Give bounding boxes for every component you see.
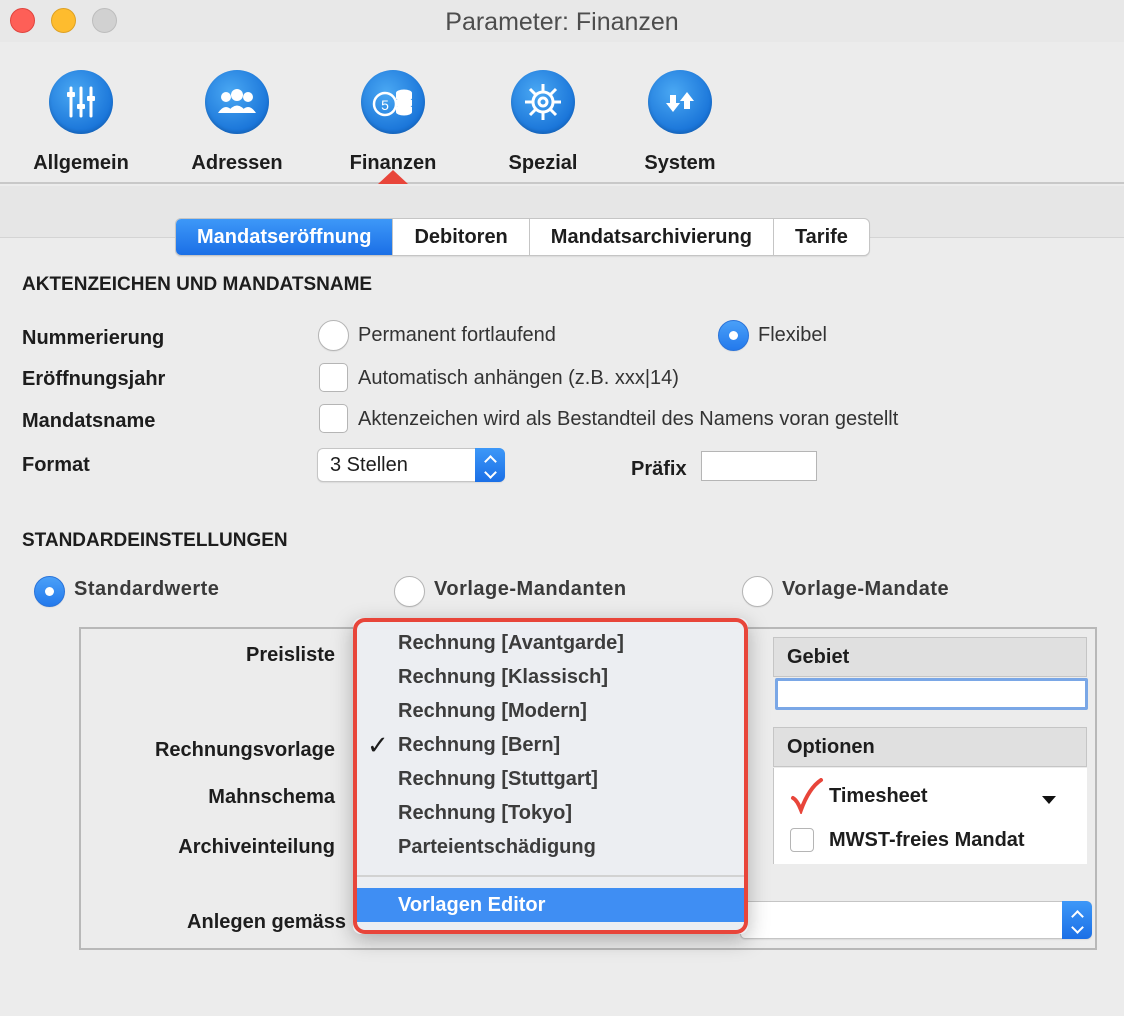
updown-chevron-icon: [1062, 901, 1092, 939]
radio-permanent-fortlaufend-label: Permanent fortlaufend: [358, 324, 556, 346]
window-title: Parameter: Finanzen: [445, 8, 679, 36]
preisliste-label: Preisliste: [246, 644, 335, 666]
preferences-window: Parameter: Finanzen Allgemein Adressen 5…: [0, 0, 1124, 1016]
checkmark-icon: ✓: [367, 730, 389, 760]
menu-item-stuttgart[interactable]: Rechnung [Stuttgart]: [353, 762, 748, 796]
coins-icon: 5: [361, 70, 425, 134]
radio-vorlage-mandanten[interactable]: [394, 576, 425, 607]
radio-flexibel[interactable]: [718, 320, 749, 351]
toolbar-label: System: [644, 152, 716, 174]
radio-permanent-fortlaufend[interactable]: [318, 320, 349, 351]
tab-mandatseroeffnung[interactable]: Mandatseröffnung: [176, 219, 394, 255]
menu-item-bern[interactable]: ✓ Rechnung [Bern]: [353, 728, 748, 762]
helm-icon: [511, 70, 575, 134]
sliders-icon: [49, 70, 113, 134]
disclosure-triangle-icon[interactable]: [1042, 796, 1056, 804]
red-checkmark-icon: [791, 778, 823, 814]
menu-item-label: Rechnung [Tokyo]: [398, 802, 573, 824]
aktenzeichen-voran-checkbox[interactable]: [319, 404, 348, 433]
section-title-aktenzeichen: AKTENZEICHEN UND MANDATSNAME: [22, 274, 373, 295]
updown-chevron-icon: [475, 448, 505, 482]
menu-item-label: Parteientschädigung: [398, 836, 596, 858]
toolbar-item-allgemein[interactable]: Allgemein: [16, 70, 146, 175]
toolbar-label: Allgemein: [33, 152, 129, 174]
section-title-standardeinstellungen: STANDARDEINSTELLUNGEN: [22, 530, 288, 551]
eroeffnungsjahr-label: Eröffnungsjahr: [22, 368, 166, 390]
format-value: 3 Stellen: [330, 454, 408, 476]
preferences-toolbar: Allgemein Adressen 5 Finanzen Spezial Sy…: [0, 42, 1124, 184]
menu-item-avantgarde[interactable]: Rechnung [Avantgarde]: [353, 626, 748, 660]
gebiet-header: Gebiet: [773, 637, 1087, 677]
svg-text:5: 5: [381, 97, 389, 113]
anlegen-gemaess-label: Anlegen gemäss: [187, 911, 346, 933]
radio-vorlage-mandanten-label: Vorlage-Mandanten: [434, 578, 627, 600]
menu-item-modern[interactable]: Rechnung [Modern]: [353, 694, 748, 728]
radio-standardwerte[interactable]: [34, 576, 65, 607]
title-bar: Parameter: Finanzen: [0, 0, 1124, 42]
option-timesheet[interactable]: Timesheet: [774, 776, 1088, 816]
option-mwst-freies-mandat[interactable]: MWST-freies Mandat: [774, 822, 1088, 862]
menu-item-tokyo[interactable]: Rechnung [Tokyo]: [353, 796, 748, 830]
arrows-icon: [648, 70, 712, 134]
rechnungsvorlage-label: Rechnungsvorlage: [154, 739, 335, 761]
nummerierung-label: Nummerierung: [22, 327, 165, 349]
optionen-header: Optionen: [773, 727, 1087, 767]
archiveinteilung-label: Archiveinteilung: [178, 836, 335, 858]
menu-item-klassisch[interactable]: Rechnung [Klassisch]: [353, 660, 748, 694]
toolbar-label: Spezial: [508, 152, 578, 174]
radio-vorlage-mandate[interactable]: [742, 576, 773, 607]
option-timesheet-label: Timesheet: [829, 785, 928, 807]
toolbar-item-system[interactable]: System: [615, 70, 745, 175]
mwst-freies-mandat-checkbox[interactable]: [790, 828, 814, 852]
tab-tarife[interactable]: Tarife: [774, 219, 869, 255]
optionen-list: Timesheet MWST-freies Mandat: [773, 768, 1087, 864]
gebiet-input[interactable]: [775, 678, 1088, 710]
menu-item-label: Rechnung [Stuttgart]: [398, 768, 598, 790]
anlegen-gemaess-popup[interactable]: [740, 901, 1092, 939]
toolbar-item-adressen[interactable]: Adressen: [172, 70, 302, 175]
format-popup[interactable]: 3 Stellen: [317, 448, 505, 482]
menu-item-label: Vorlagen Editor: [398, 894, 546, 916]
tab-mandatsarchivierung[interactable]: Mandatsarchivierung: [530, 219, 774, 255]
radio-vorlage-mandate-label: Vorlage-Mandate: [782, 578, 950, 600]
rechnungsvorlage-menu: Rechnung [Avantgarde] Rechnung [Klassisc…: [353, 618, 748, 934]
mandatsname-label: Mandatsname: [22, 410, 156, 432]
toolbar-item-finanzen[interactable]: 5 Finanzen: [328, 70, 458, 175]
mahnschema-label: Mahnschema: [208, 786, 335, 808]
toolbar-item-spezial[interactable]: Spezial: [478, 70, 608, 175]
people-icon: [205, 70, 269, 134]
menu-item-vorlagen-editor[interactable]: Vorlagen Editor: [353, 888, 748, 922]
praefix-input[interactable]: [701, 451, 817, 481]
tab-debitoren[interactable]: Debitoren: [393, 219, 530, 255]
menu-item-label: Rechnung [Klassisch]: [398, 666, 609, 688]
menu-item-label: Rechnung [Avantgarde]: [398, 632, 624, 654]
menu-item-label: Rechnung [Modern]: [398, 700, 587, 722]
option-mwst-label: MWST-freies Mandat: [829, 829, 1025, 851]
automatisch-anhaengen-label: Automatisch anhängen (z.B. xxx|14): [358, 367, 679, 389]
radio-standardwerte-label: Standardwerte: [74, 578, 220, 600]
menu-item-label: Rechnung [Bern]: [398, 734, 561, 756]
menu-separator: [357, 875, 744, 877]
menu-item-parteientschaedigung[interactable]: Parteientschädigung: [353, 830, 748, 864]
radio-flexibel-label: Flexibel: [758, 324, 827, 346]
automatisch-anhaengen-checkbox[interactable]: [319, 363, 348, 392]
toolbar-label: Adressen: [191, 152, 283, 174]
selected-toolbar-indicator: [378, 170, 408, 184]
section-tabs: Mandatseröffnung Debitoren Mandatsarchiv…: [175, 218, 870, 256]
praefix-label: Präfix: [631, 458, 687, 480]
aktenzeichen-voran-label: Aktenzeichen wird als Bestandteil des Na…: [358, 408, 899, 430]
format-label: Format: [22, 454, 90, 476]
